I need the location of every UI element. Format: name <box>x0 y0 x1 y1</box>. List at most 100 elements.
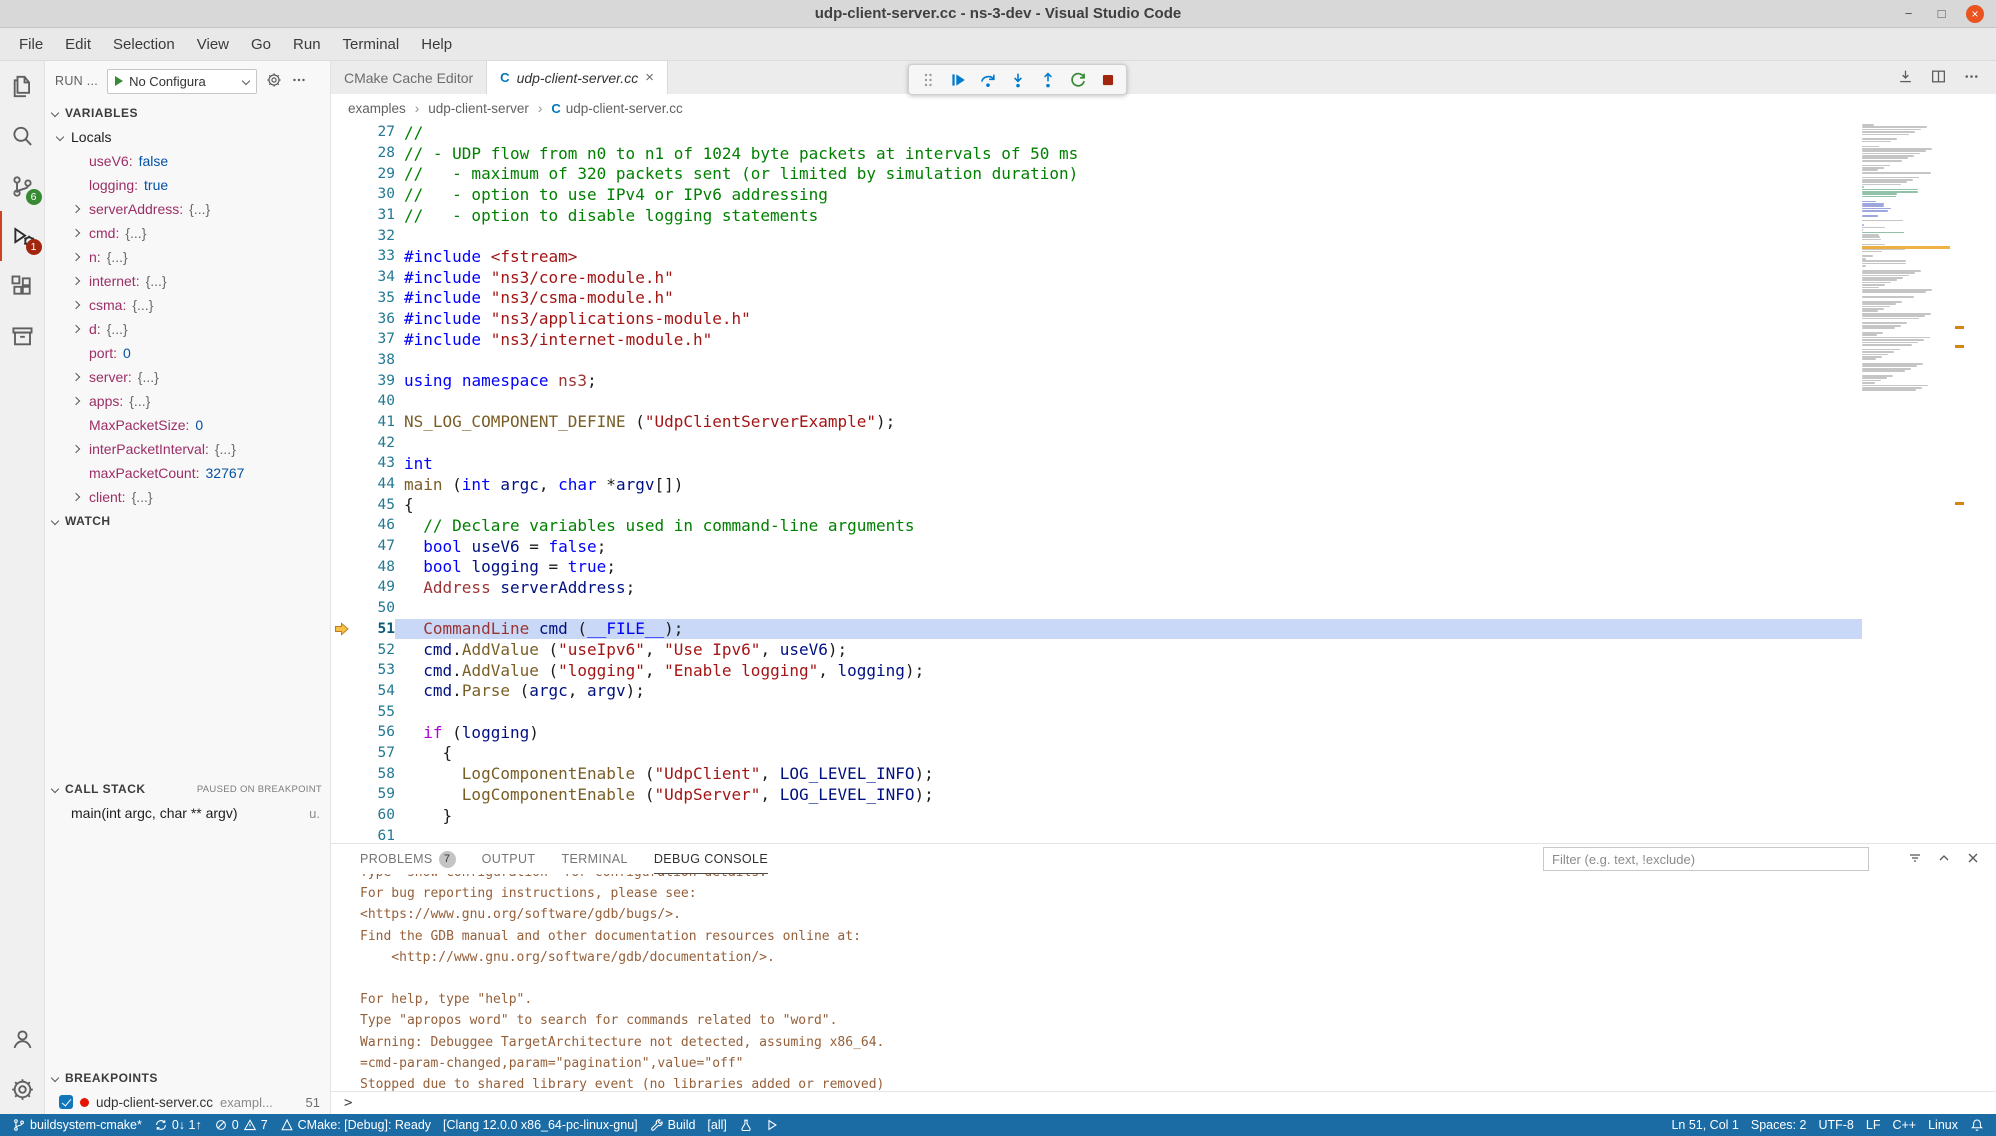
eol-status[interactable]: LF <box>1860 1114 1887 1136</box>
source-control-icon[interactable]: 6 <box>0 161 45 211</box>
console-input-row[interactable]: > <box>331 1091 1996 1114</box>
code-line-41[interactable]: 41NS_LOG_COMPONENT_DEFINE ("UdpClientSer… <box>331 412 1862 433</box>
code-line-60[interactable]: 60 } <box>331 805 1862 826</box>
variable-row-server[interactable]: server:{...} <box>45 365 330 389</box>
extensions-icon[interactable] <box>0 261 45 311</box>
build-status[interactable]: Build <box>644 1114 702 1136</box>
account-icon[interactable] <box>0 1014 45 1064</box>
debug-gear-icon[interactable] <box>266 72 282 91</box>
launch-status[interactable] <box>759 1114 785 1136</box>
code-line-45[interactable]: 45{ <box>331 494 1862 515</box>
breakpoint-gutter[interactable] <box>331 308 353 329</box>
breakpoint-gutter[interactable] <box>331 225 353 246</box>
breakpoint-gutter[interactable] <box>331 350 353 371</box>
cmake-status[interactable]: CMake: [Debug]: Ready <box>274 1114 437 1136</box>
breakpoint-gutter[interactable] <box>331 391 353 412</box>
more-actions-icon[interactable] <box>291 72 307 91</box>
chevron-up-icon[interactable] <box>1936 850 1952 869</box>
minimize-button[interactable]: − <box>1900 5 1917 22</box>
code-line-52[interactable]: 52 cmd.AddValue ("useIpv6", "Use Ipv6", … <box>331 639 1862 660</box>
variables-section-header[interactable]: VARIABLES <box>45 101 330 125</box>
settings-gear-icon[interactable] <box>0 1064 45 1114</box>
download-icon[interactable] <box>1897 68 1914 88</box>
breakpoint-gutter[interactable] <box>331 205 353 226</box>
code-line-37[interactable]: 37#include "ns3/internet-module.h" <box>331 329 1862 350</box>
code-line-29[interactable]: 29// - maximum of 320 packets sent (or l… <box>331 163 1862 184</box>
code-line-38[interactable]: 38 <box>331 350 1862 371</box>
code-line-27[interactable]: 27// <box>331 122 1862 143</box>
breakpoint-gutter[interactable] <box>331 432 353 453</box>
locals-row[interactable]: Locals <box>45 125 330 149</box>
breakpoint-gutter[interactable] <box>331 619 353 640</box>
code-line-46[interactable]: 46 // Declare variables used in command-… <box>331 515 1862 536</box>
indentation-status[interactable]: Spaces: 2 <box>1745 1114 1813 1136</box>
code-line-31[interactable]: 31// - option to disable logging stateme… <box>331 205 1862 226</box>
breadcrumb-udp-client-server[interactable]: udp-client-server <box>428 101 529 116</box>
variable-row-serverAddress[interactable]: serverAddress:{...} <box>45 197 330 221</box>
watch-section-header[interactable]: WATCH <box>45 509 330 533</box>
variable-row-useV6[interactable]: useV6:false <box>45 149 330 173</box>
search-icon[interactable] <box>0 111 45 161</box>
menu-file[interactable]: File <box>8 28 54 60</box>
variable-row-cmd[interactable]: cmd:{...} <box>45 221 330 245</box>
code-line-32[interactable]: 32 <box>331 225 1862 246</box>
breakpoint-gutter[interactable] <box>331 163 353 184</box>
menu-go[interactable]: Go <box>240 28 282 60</box>
breakpoint-gutter[interactable] <box>331 474 353 495</box>
console-filter-input[interactable] <box>1543 847 1869 871</box>
variable-row-port[interactable]: port:0 <box>45 341 330 365</box>
build-target-status[interactable]: [all] <box>701 1114 732 1136</box>
filter-lines-icon[interactable] <box>1907 850 1923 869</box>
variable-row-maxPacketCount[interactable]: maxPacketCount:32767 <box>45 461 330 485</box>
breakpoint-gutter[interactable] <box>331 143 353 164</box>
code-line-49[interactable]: 49 Address serverAddress; <box>331 577 1862 598</box>
language-status[interactable]: C++ <box>1886 1114 1922 1136</box>
menu-view[interactable]: View <box>186 28 240 60</box>
breadcrumb-examples[interactable]: examples <box>348 101 406 116</box>
code-line-39[interactable]: 39using namespace ns3; <box>331 370 1862 391</box>
code-line-34[interactable]: 34#include "ns3/core-module.h" <box>331 267 1862 288</box>
breakpoint-checkbox[interactable] <box>59 1095 73 1109</box>
launch-config-dropdown[interactable]: No Configura <box>107 69 257 94</box>
encoding-status[interactable]: UTF-8 <box>1812 1114 1859 1136</box>
breakpoint-gutter[interactable] <box>331 660 353 681</box>
notifications-status[interactable] <box>1964 1114 1990 1136</box>
breakpoint-gutter[interactable] <box>331 267 353 288</box>
tab-close-icon[interactable]: × <box>645 69 654 86</box>
breakpoint-gutter[interactable] <box>331 639 353 660</box>
variable-row-MaxPacketSize[interactable]: MaxPacketSize:0 <box>45 413 330 437</box>
code-line-53[interactable]: 53 cmd.AddValue ("logging", "Enable logg… <box>331 660 1862 681</box>
debug-step-over-icon[interactable] <box>974 67 1001 93</box>
call-stack-frame[interactable]: main(int argc, char ** argv) u. <box>45 801 330 825</box>
code-line-61[interactable]: 61 <box>331 825 1862 843</box>
call-stack-section-header[interactable]: CALL STACK PAUSED ON BREAKPOINT <box>45 777 330 801</box>
breakpoint-gutter[interactable] <box>331 453 353 474</box>
code-line-35[interactable]: 35#include "ns3/csma-module.h" <box>331 288 1862 309</box>
variable-row-n[interactable]: n:{...} <box>45 245 330 269</box>
test-status[interactable] <box>733 1114 759 1136</box>
code-line-48[interactable]: 48 bool logging = true; <box>331 556 1862 577</box>
code-line-56[interactable]: 56 if (logging) <box>331 722 1862 743</box>
overview-ruler[interactable] <box>1950 122 1996 843</box>
tab-output[interactable]: OUTPUT <box>482 844 536 874</box>
code-line-44[interactable]: 44main (int argc, char *argv[]) <box>331 474 1862 495</box>
breakpoint-gutter[interactable] <box>331 370 353 391</box>
menu-terminal[interactable]: Terminal <box>332 28 411 60</box>
tab-udp-client-server[interactable]: C udp-client-server.cc × <box>487 61 668 94</box>
variable-row-csma[interactable]: csma:{...} <box>45 293 330 317</box>
code-line-58[interactable]: 58 LogComponentEnable ("UdpClient", LOG_… <box>331 763 1862 784</box>
menu-help[interactable]: Help <box>410 28 463 60</box>
breakpoint-gutter[interactable] <box>331 246 353 267</box>
menu-selection[interactable]: Selection <box>102 28 186 60</box>
git-branch-status[interactable]: buildsystem-cmake* <box>6 1114 148 1136</box>
explorer-icon[interactable] <box>0 61 45 111</box>
variable-row-client[interactable]: client:{...} <box>45 485 330 509</box>
cursor-position-status[interactable]: Ln 51, Col 1 <box>1665 1114 1744 1136</box>
code-line-51[interactable]: 51 CommandLine cmd (__FILE__); <box>331 619 1862 640</box>
code-line-30[interactable]: 30// - option to use IPv4 or IPv6 addres… <box>331 184 1862 205</box>
breadcrumb-file[interactable]: C udp-client-server.cc <box>551 101 682 116</box>
breakpoint-gutter[interactable] <box>331 288 353 309</box>
split-editor-icon[interactable] <box>1930 68 1947 88</box>
breakpoint-gutter[interactable] <box>331 494 353 515</box>
code-line-50[interactable]: 50 <box>331 598 1862 619</box>
